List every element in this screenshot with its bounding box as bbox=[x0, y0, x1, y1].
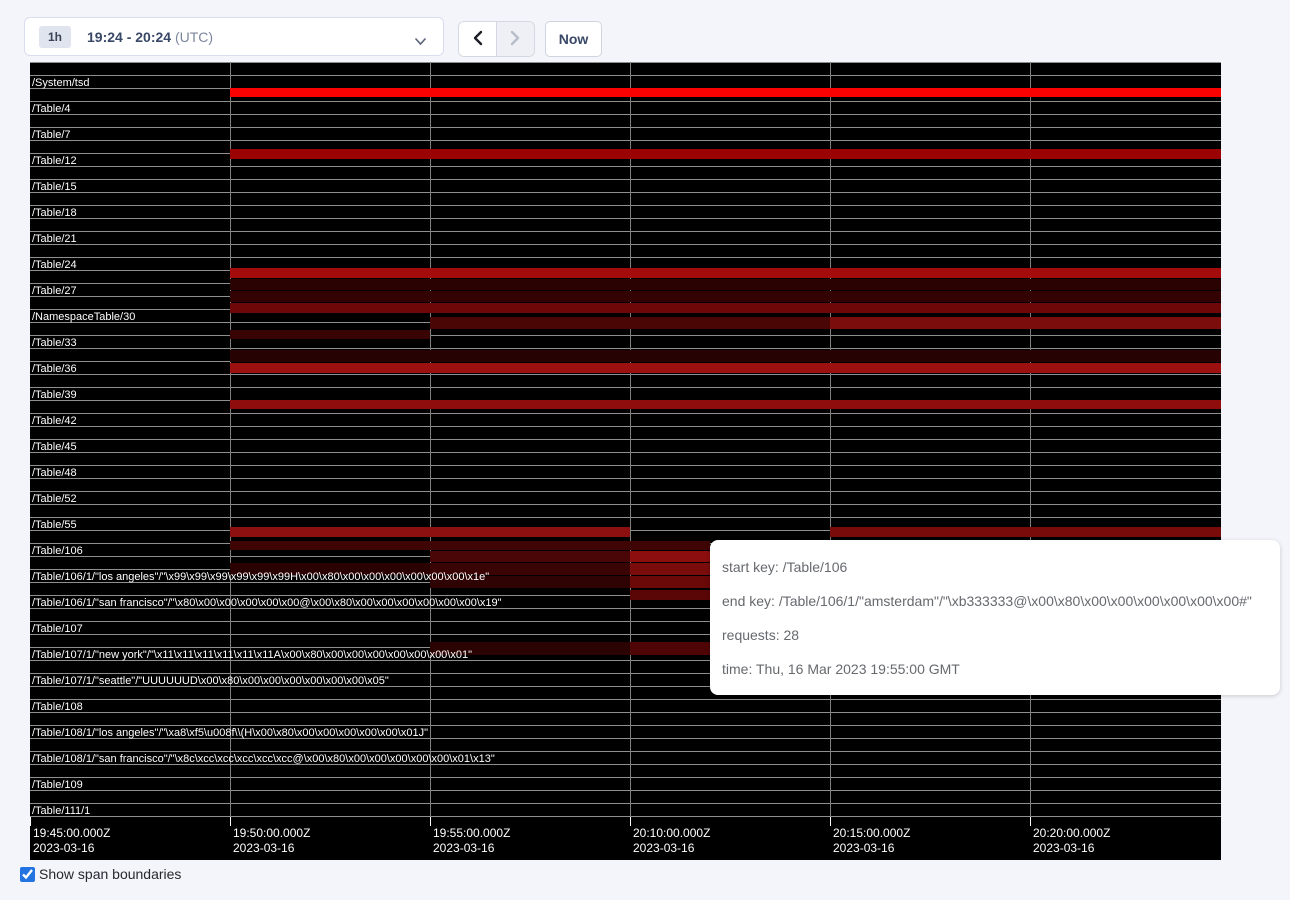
tick-mark bbox=[830, 817, 831, 826]
show-span-boundaries-label: Show span boundaries bbox=[39, 866, 181, 882]
span-row-label: /Table/107 bbox=[32, 623, 83, 636]
tick-date-label: 2023-03-16 bbox=[30, 841, 230, 856]
span-row-label: /Table/45 bbox=[32, 441, 77, 454]
span-row-label: /Table/106 bbox=[32, 545, 83, 558]
span-row-label: /Table/48 bbox=[32, 467, 77, 480]
time-axis-tick: 19:45:00.000Z 2023-03-16 bbox=[30, 817, 230, 856]
chevron-right-icon bbox=[510, 30, 521, 49]
next-time-button[interactable] bbox=[496, 22, 534, 56]
time-range-dropdown[interactable]: 1h 19:24 - 20:24 (UTC) bbox=[24, 17, 444, 56]
tick-time-label: 19:45:00.000Z bbox=[30, 826, 230, 841]
chevron-down-icon bbox=[414, 33, 427, 51]
span-row-label: /Table/109 bbox=[32, 779, 83, 792]
toolbar: 1h 19:24 - 20:24 (UTC) Now bbox=[0, 0, 1290, 62]
tick-date-label: 2023-03-16 bbox=[1030, 841, 1230, 856]
tick-time-label: 19:55:00.000Z bbox=[430, 826, 630, 841]
time-range-value: 19:24 - 20:24 bbox=[87, 29, 171, 45]
span-row-label: /System/tsd bbox=[32, 77, 89, 90]
key-visualizer-heatmap[interactable]: /System/tsd/Table/4/Table/7/Table/12/Tab… bbox=[30, 62, 1221, 860]
tick-time-label: 20:20:00.000Z bbox=[1030, 826, 1230, 841]
span-row-label: /Table/108/1/"san francisco"/"\x8c\xcc\x… bbox=[32, 753, 495, 766]
duration-badge: 1h bbox=[39, 26, 71, 48]
tick-date-label: 2023-03-16 bbox=[230, 841, 430, 856]
tick-date-label: 2023-03-16 bbox=[630, 841, 830, 856]
tick-time-label: 20:15:00.000Z bbox=[830, 826, 1030, 841]
tooltip-line: time: Thu, 16 Mar 2023 19:55:00 GMT bbox=[722, 659, 1268, 679]
timezone-label: (UTC) bbox=[175, 29, 213, 45]
span-row-label: /Table/18 bbox=[32, 207, 77, 220]
time-range-label: 19:24 - 20:24 (UTC) bbox=[87, 29, 213, 45]
span-tooltip: start key: /Table/106 end key: /Table/106… bbox=[710, 540, 1280, 695]
span-row-label: /NamespaceTable/30 bbox=[32, 311, 135, 324]
tooltip-line: requests: 28 bbox=[722, 625, 1268, 645]
span-row-label: /Table/36 bbox=[32, 363, 77, 376]
span-row-label: /Table/106/1/"los angeles"/"\x99\x99\x99… bbox=[32, 571, 489, 584]
time-nav-group bbox=[458, 21, 535, 57]
time-axis-tick: 20:10:00.000Z 2023-03-16 bbox=[630, 817, 830, 856]
span-row-label: /Table/111/1 bbox=[32, 805, 90, 818]
tick-time-label: 20:10:00.000Z bbox=[630, 826, 830, 841]
tooltip-line: end key: /Table/106/1/"amsterdam"/"\xb33… bbox=[722, 591, 1268, 611]
span-row-label: /Table/108/1/"los angeles"/"\xa8\xf5\u00… bbox=[32, 727, 428, 740]
span-row-label: /Table/42 bbox=[32, 415, 77, 428]
chevron-left-icon bbox=[472, 30, 483, 49]
tick-date-label: 2023-03-16 bbox=[830, 841, 1030, 856]
time-axis: 19:45:00.000Z 2023-03-16 19:50:00.000Z 2… bbox=[30, 62, 1221, 860]
tick-mark bbox=[630, 817, 631, 826]
span-row-label: /Table/33 bbox=[32, 337, 77, 350]
span-row-label: /Table/106/1/"san francisco"/"\x80\x00\x… bbox=[32, 597, 502, 610]
time-axis-tick: 19:50:00.000Z 2023-03-16 bbox=[230, 817, 430, 856]
span-row-label: /Table/24 bbox=[32, 259, 77, 272]
span-row-label: /Table/52 bbox=[32, 493, 77, 506]
tick-mark bbox=[1030, 817, 1031, 826]
span-row-label: /Table/7 bbox=[32, 129, 71, 142]
span-row-label: /Table/55 bbox=[32, 519, 77, 532]
tick-time-label: 19:50:00.000Z bbox=[230, 826, 430, 841]
tick-date-label: 2023-03-16 bbox=[430, 841, 630, 856]
time-axis-tick: 20:20:00.000Z 2023-03-16 bbox=[1030, 817, 1230, 856]
show-span-boundaries-row[interactable]: Show span boundaries bbox=[20, 866, 181, 882]
span-row-label: /Table/4 bbox=[32, 103, 71, 116]
span-row-label: /Table/39 bbox=[32, 389, 77, 402]
tick-mark bbox=[30, 817, 31, 826]
tick-mark bbox=[230, 817, 231, 826]
time-axis-tick: 20:15:00.000Z 2023-03-16 bbox=[830, 817, 1030, 856]
span-row-label: /Table/108 bbox=[32, 701, 83, 714]
tick-mark bbox=[430, 817, 431, 826]
tooltip-line: start key: /Table/106 bbox=[722, 557, 1268, 577]
span-row-label: /Table/12 bbox=[32, 155, 77, 168]
now-button[interactable]: Now bbox=[545, 21, 602, 57]
prev-time-button[interactable] bbox=[459, 22, 496, 56]
span-row-label: /Table/21 bbox=[32, 233, 77, 246]
span-row-label: /Table/107/1/"new york"/"\x11\x11\x11\x1… bbox=[32, 649, 472, 662]
time-axis-tick: 19:55:00.000Z 2023-03-16 bbox=[430, 817, 630, 856]
span-row-label: /Table/15 bbox=[32, 181, 77, 194]
span-row-label: /Table/27 bbox=[32, 285, 77, 298]
span-row-label: /Table/107/1/"seattle"/"UUUUUUD\x00\x80\… bbox=[32, 675, 389, 688]
show-span-boundaries-checkbox[interactable] bbox=[20, 867, 35, 882]
